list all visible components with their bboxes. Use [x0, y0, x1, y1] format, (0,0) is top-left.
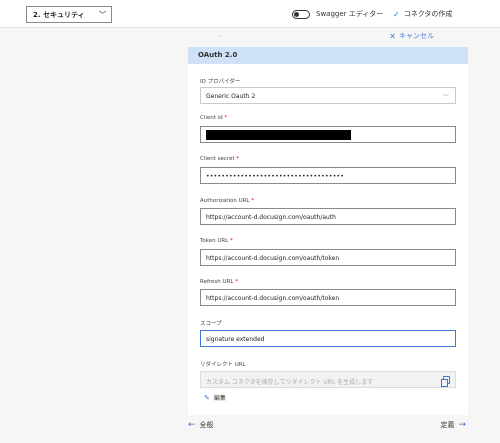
next-button[interactable]: 定義 →: [440, 420, 466, 430]
create-connector-button[interactable]: ✓ コネクタの作成: [393, 9, 452, 19]
oauth-panel: OAuth 2.0 ID プロバイダー Generic Oauth 2 ﹀ Cl…: [188, 47, 468, 415]
auth-url-label-text: Authorization URL: [200, 198, 250, 204]
refresh-url-field[interactable]: https://account-d.docusign.com/oauth/tok…: [200, 289, 456, 306]
chevron-down-icon: ﹀: [442, 94, 449, 101]
next-label: 定義: [440, 421, 455, 429]
swagger-editor-toggle[interactable]: Swagger エディター: [292, 9, 383, 19]
client-secret-value: ••••••••••••••••••••••••••••••••••••: [206, 173, 345, 180]
edit-button[interactable]: ✎ 編集: [204, 393, 226, 403]
top-toolbar: 2. セキュリティ ﹀ Swagger エディター ✓ コネクタの作成: [0, 0, 500, 28]
required-asterisk: *: [251, 198, 254, 204]
swagger-editor-label: Swagger エディター: [316, 10, 384, 18]
client-secret-label: Client secret *: [200, 156, 239, 162]
back-label: 全般: [199, 421, 214, 429]
copy-icon[interactable]: [441, 376, 450, 387]
redirect-url-placeholder: カスタム コネクタを保存してリダイレクト URL を生成します: [206, 379, 374, 386]
cancel-button[interactable]: ✕ キャンセル: [389, 31, 434, 41]
scope-field[interactable]: signature extended: [200, 330, 456, 347]
arrow-left-icon: ←: [188, 420, 196, 430]
client-id-label-text: Client id: [200, 115, 223, 121]
checkmark-icon: ✓: [393, 9, 400, 19]
divider-mark: -: [219, 32, 222, 40]
chevron-down-icon: ﹀: [99, 11, 106, 19]
toggle-switch[interactable]: [292, 9, 310, 19]
auth-url-value: https://account-d.docusign.com/oauth/aut…: [206, 214, 336, 221]
step-dropdown[interactable]: 2. セキュリティ ﹀: [26, 6, 112, 23]
cancel-label: キャンセル: [399, 32, 434, 40]
client-secret-field[interactable]: ••••••••••••••••••••••••••••••••••••: [200, 167, 456, 184]
token-url-label-text: Token URL: [200, 238, 229, 244]
required-asterisk: *: [224, 115, 228, 121]
redirect-url-label: リダイレクト URL: [200, 362, 246, 368]
panel-title: OAuth 2.0: [188, 47, 468, 64]
client-id-field[interactable]: [200, 126, 456, 143]
required-asterisk: *: [235, 279, 238, 285]
idp-value: Generic Oauth 2: [206, 93, 256, 100]
pencil-icon: ✎: [204, 393, 210, 402]
refresh-url-label: Refresh URL *: [200, 279, 238, 285]
create-connector-label: コネクタの作成: [403, 10, 453, 18]
redacted-block: [206, 130, 351, 140]
auth-url-label: Authorization URL *: [200, 198, 254, 204]
idp-label: ID プロバイダー: [200, 79, 241, 85]
client-id-label: Client id *: [200, 115, 227, 121]
back-button[interactable]: ← 全般: [188, 420, 214, 430]
refresh-url-value: https://account-d.docusign.com/oauth/tok…: [206, 295, 340, 302]
toggle-knob: [294, 11, 299, 17]
arrow-right-icon: →: [458, 420, 466, 430]
scope-value: signature extended: [206, 336, 265, 343]
footer-navigation: ← 全般 定義 →: [188, 417, 468, 435]
redirect-url-field: カスタム コネクタを保存してリダイレクト URL を生成します: [200, 371, 456, 388]
close-icon: ✕: [389, 31, 396, 41]
step-dropdown-label: 2. セキュリティ: [33, 11, 85, 19]
token-url-field[interactable]: https://account-d.docusign.com/oauth/tok…: [200, 249, 456, 266]
scope-label: スコープ: [200, 321, 222, 327]
token-url-label: Token URL *: [200, 238, 233, 244]
required-asterisk: *: [236, 156, 240, 162]
cancel-row: - ✕ キャンセル: [188, 29, 468, 47]
idp-select[interactable]: Generic Oauth 2 ﹀: [200, 87, 456, 104]
edit-label: 編集: [213, 395, 226, 402]
auth-url-field[interactable]: https://account-d.docusign.com/oauth/aut…: [200, 208, 456, 225]
token-url-value: https://account-d.docusign.com/oauth/tok…: [206, 255, 340, 262]
refresh-url-label-text: Refresh URL: [200, 279, 234, 285]
required-asterisk: *: [230, 238, 233, 244]
client-secret-label-text: Client secret: [200, 156, 235, 162]
